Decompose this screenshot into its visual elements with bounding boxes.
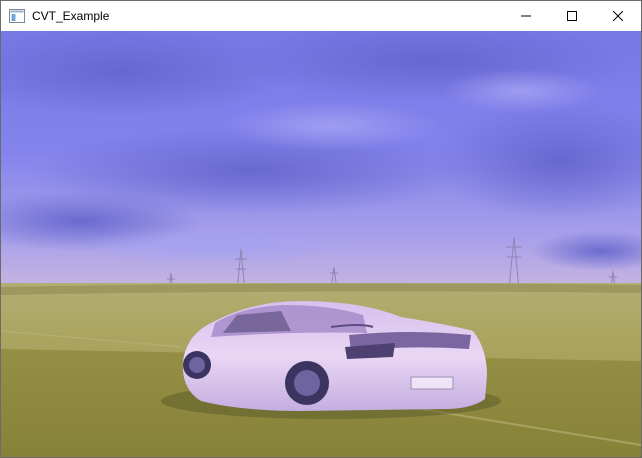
license-plate bbox=[410, 376, 454, 390]
window-title: CVT_Example bbox=[32, 9, 110, 23]
minimize-icon bbox=[521, 15, 531, 17]
close-icon bbox=[613, 11, 623, 21]
app-window-icon bbox=[9, 9, 25, 23]
image-display-area bbox=[1, 31, 641, 457]
close-button[interactable] bbox=[595, 1, 641, 31]
title-bar[interactable]: CVT_Example bbox=[1, 1, 641, 31]
maximize-button[interactable] bbox=[549, 1, 595, 31]
minimize-button[interactable] bbox=[503, 1, 549, 31]
maximize-icon bbox=[567, 11, 577, 21]
color-converted-photo bbox=[1, 31, 641, 457]
app-window: CVT_Example bbox=[0, 0, 642, 458]
